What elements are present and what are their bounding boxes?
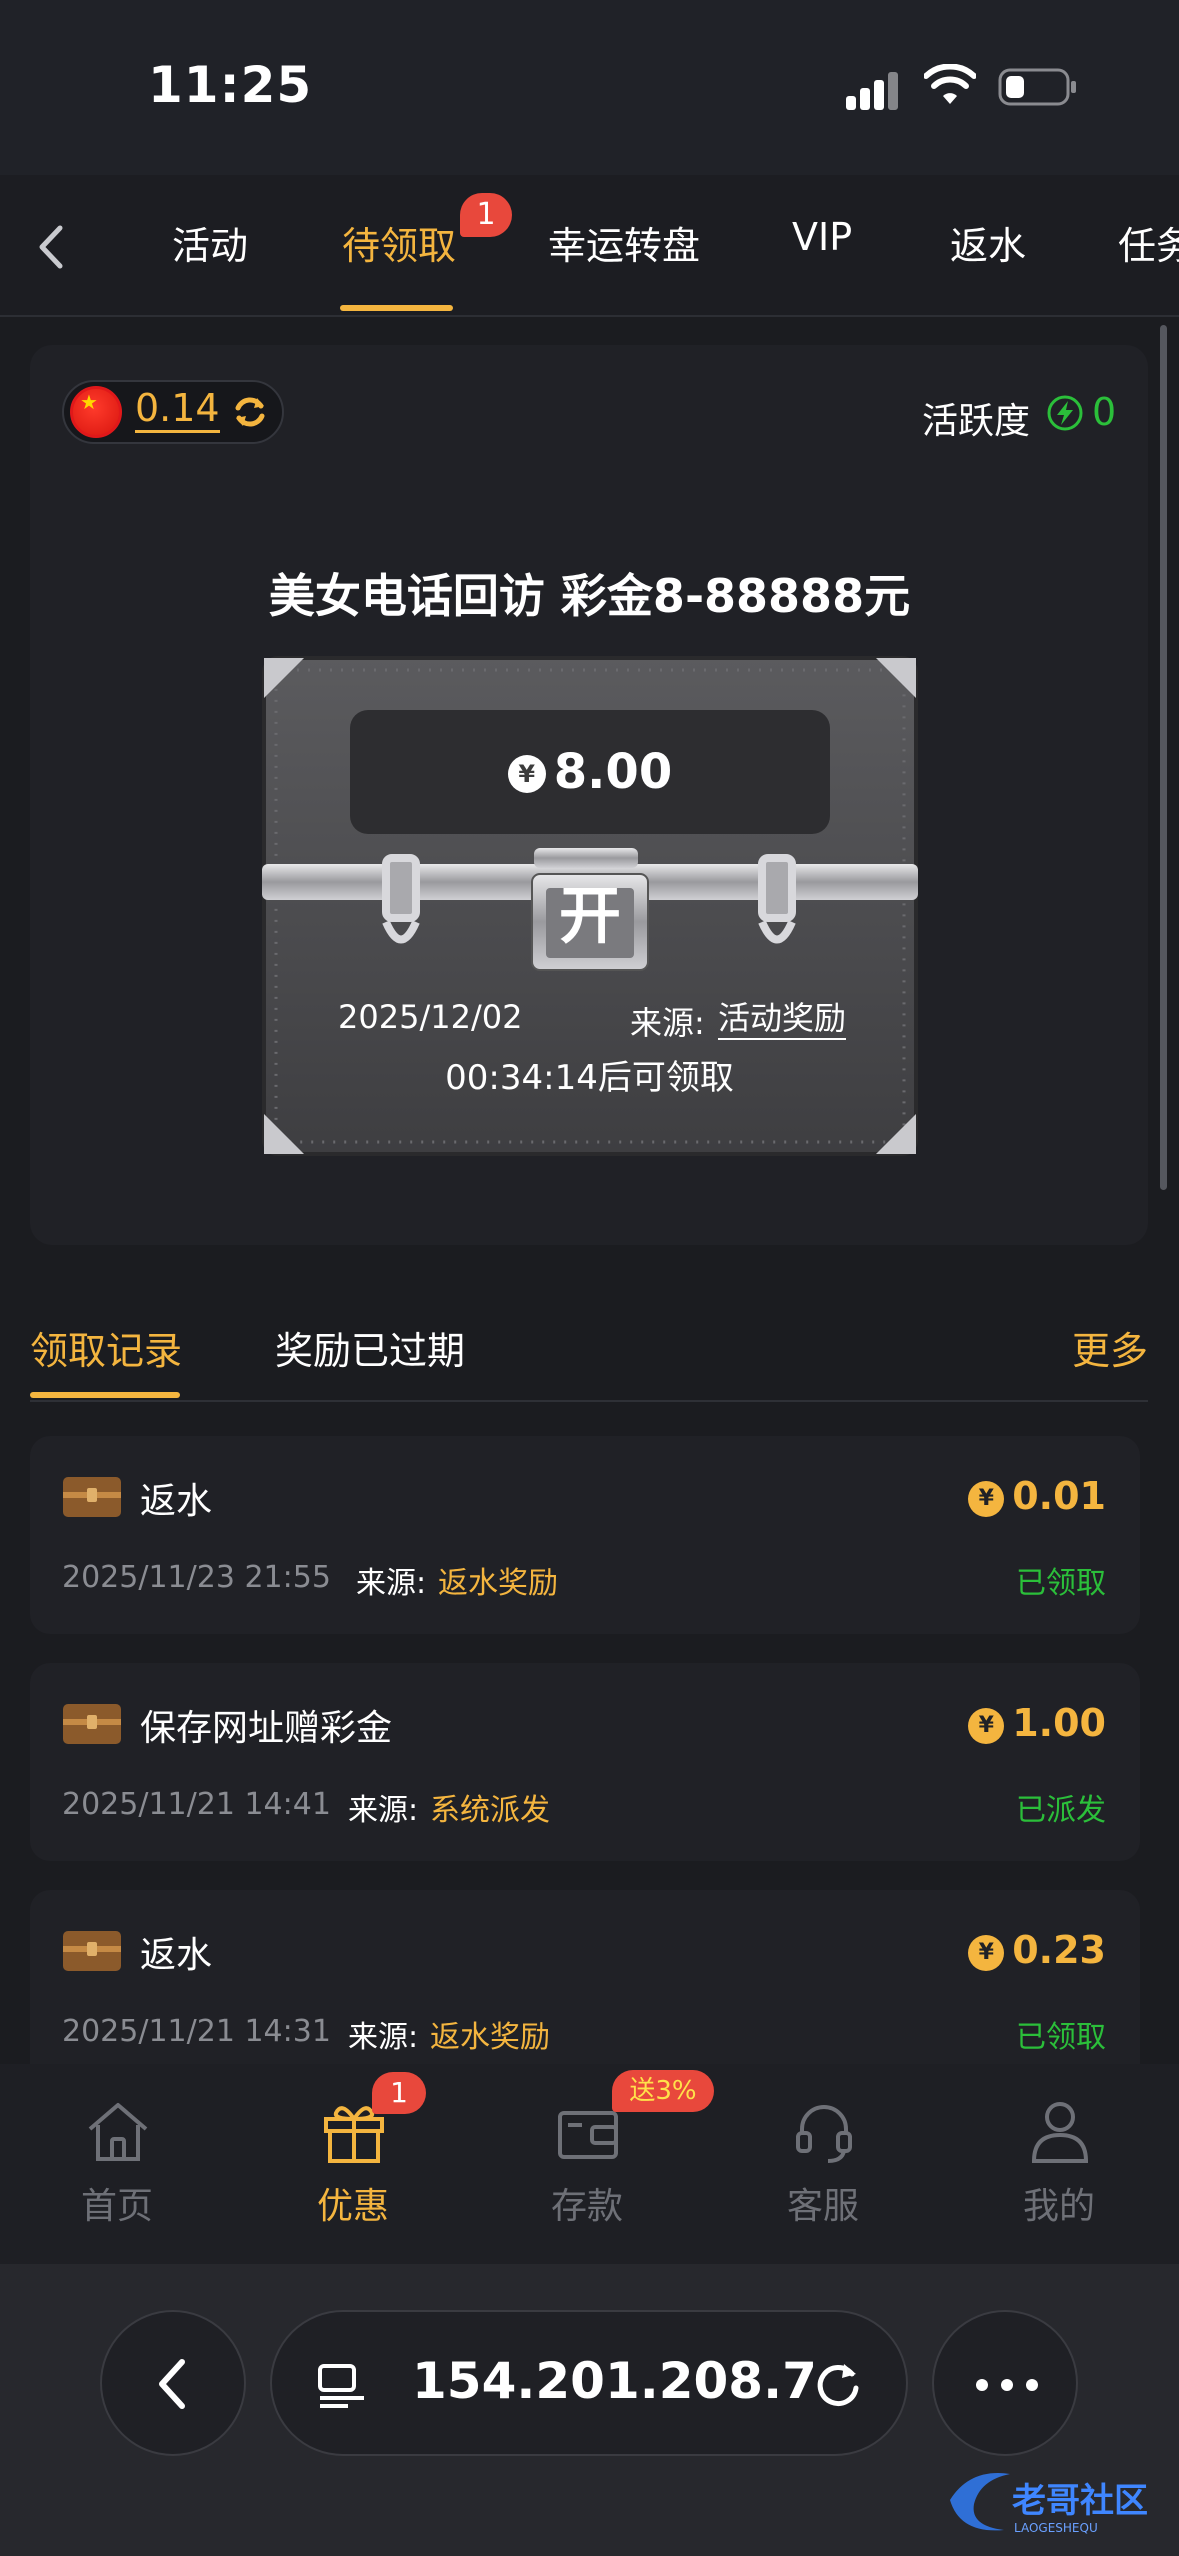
page-menu-icon[interactable]: [316, 2360, 368, 2412]
open-chest-button[interactable]: 开: [536, 868, 644, 964]
divider: [30, 1400, 1148, 1402]
bottom-nav-profile[interactable]: 我的: [984, 2085, 1134, 2235]
tab-tasks[interactable]: 任务: [1118, 215, 1179, 270]
svg-text:LAOGESHEQU: LAOGESHEQU: [1014, 2521, 1098, 2535]
chest-amount-value: 8.00: [553, 744, 673, 800]
status-time: 11:25: [148, 56, 313, 114]
lightning-icon: [1047, 395, 1083, 431]
balance-value: 0.14: [135, 386, 220, 433]
record-status: 已领取: [1016, 2020, 1106, 2055]
chest-title: 美女电话回访 彩金8-88888元: [268, 569, 911, 623]
record-amount-value: 1.00: [1012, 1701, 1106, 1745]
record-source-label: 来源:: [348, 1793, 419, 1828]
record-amount-value: 0.23: [1012, 1928, 1106, 1972]
record-amount-value: 0.01: [1012, 1474, 1106, 1518]
record-amount: ¥0.01: [968, 1474, 1106, 1518]
record-title: 返水: [140, 1935, 213, 1976]
active-tab-indicator: [340, 305, 453, 311]
back-chevron-icon[interactable]: [30, 220, 74, 274]
tab-activities[interactable]: 活动: [172, 215, 248, 270]
list-item[interactable]: 返水 ¥0.23 2025/11/21 14:31 来源: 返水奖励 已领取: [30, 1890, 1140, 2064]
more-link[interactable]: 更多: [1072, 1320, 1148, 1375]
activity-label: 活跃度: [922, 401, 1031, 442]
top-nav: 活动 待领取 1 幸运转盘 VIP 返水 任务: [0, 175, 1179, 317]
flag-star-icon: ★: [80, 390, 98, 414]
tab-pending[interactable]: 待领取: [342, 215, 456, 270]
records-tab-indicator: [30, 1392, 180, 1398]
deposit-promo-badge: 送3%: [612, 2070, 714, 2112]
yuan-coin-icon: ¥: [968, 1708, 1005, 1744]
list-item[interactable]: 保存网址赠彩金 ¥1.00 2025/11/21 14:41 来源: 系统派发 …: [30, 1663, 1140, 1861]
tab-expired-rewards[interactable]: 奖励已过期: [275, 1320, 465, 1375]
activity-value: 0: [1092, 390, 1117, 434]
treasure-box-icon: [63, 1704, 121, 1744]
record-source-value: 返水奖励: [430, 2020, 550, 2055]
bottom-nav-home[interactable]: 首页: [42, 2085, 192, 2235]
tab-claim-records[interactable]: 领取记录: [30, 1320, 182, 1375]
record-time: 2025/11/21 14:41: [62, 1787, 331, 1822]
tab-vip[interactable]: VIP: [792, 215, 852, 259]
bottom-nav-support-label: 客服: [786, 2186, 859, 2227]
record-status: 已派发: [1016, 1793, 1106, 1828]
promotions-badge: 1: [372, 2072, 426, 2114]
more-dots-icon: [976, 2379, 1038, 2391]
record-source-label: 来源:: [356, 1566, 427, 1601]
yuan-coin-icon: ¥: [968, 1935, 1005, 1971]
wifi-icon: [924, 64, 976, 104]
chest-source-link[interactable]: 活动奖励: [718, 998, 847, 1040]
reload-icon[interactable]: [812, 2358, 866, 2412]
bottom-nav-support[interactable]: 客服: [748, 2085, 898, 2235]
record-time: 2025/11/23 21:55: [62, 1560, 331, 1595]
record-amount: ¥0.23: [968, 1928, 1106, 1972]
bottom-nav-profile-label: 我的: [1022, 2186, 1095, 2227]
record-time: 2025/11/21 14:31: [62, 2014, 331, 2049]
headset-icon: [796, 2105, 852, 2163]
pending-badge: 1: [460, 193, 512, 237]
record-source-value: 系统派发: [430, 1793, 550, 1828]
browser-back-button[interactable]: [100, 2310, 246, 2456]
cellular-signal-icon: [846, 70, 906, 110]
battery-icon: [998, 68, 1076, 106]
back-arrow-icon: [159, 2359, 185, 2409]
record-source-label: 来源:: [348, 2020, 419, 2055]
bottom-nav-home-label: 首页: [80, 2186, 153, 2227]
treasure-box-icon: [63, 1931, 121, 1971]
chest-date: 2025/12/02: [338, 998, 523, 1036]
yuan-coin-icon: ¥: [507, 755, 546, 793]
status-bar: 11:25: [0, 0, 1179, 175]
record-status: 已领取: [1016, 1566, 1106, 1601]
record-source-value: 返水奖励: [438, 1566, 558, 1601]
record-amount: ¥1.00: [968, 1701, 1106, 1745]
bottom-nav-promotions-label: 优惠: [316, 2186, 389, 2227]
browser-more-button[interactable]: [932, 2310, 1078, 2456]
bottom-nav-deposit-label: 存款: [550, 2186, 623, 2227]
home-icon: [88, 2103, 148, 2161]
record-title: 返水: [140, 1481, 213, 1522]
list-item[interactable]: 返水 ¥0.01 2025/11/23 21:55 来源: 返水奖励 已领取: [30, 1436, 1140, 1634]
chest-amount: ¥8.00: [350, 710, 830, 834]
tab-lucky-wheel[interactable]: 幸运转盘: [548, 215, 700, 270]
yuan-coin-icon: ¥: [968, 1481, 1005, 1517]
chest-source-label: 来源:: [630, 1004, 705, 1042]
tab-rebate[interactable]: 返水: [950, 215, 1026, 270]
treasure-box-icon: [63, 1477, 121, 1517]
watermark-logo: 老哥社区 LAOGESHEQU: [950, 2473, 1148, 2535]
url-text: 154.201.208.7: [412, 2352, 817, 2410]
user-icon: [1031, 2102, 1089, 2163]
chest-countdown: 00:34:14后可领取: [445, 1058, 734, 1098]
record-title: 保存网址赠彩金: [140, 1708, 393, 1749]
refresh-icon[interactable]: [230, 392, 270, 432]
svg-text:老哥社区: 老哥社区: [1012, 2481, 1148, 2521]
